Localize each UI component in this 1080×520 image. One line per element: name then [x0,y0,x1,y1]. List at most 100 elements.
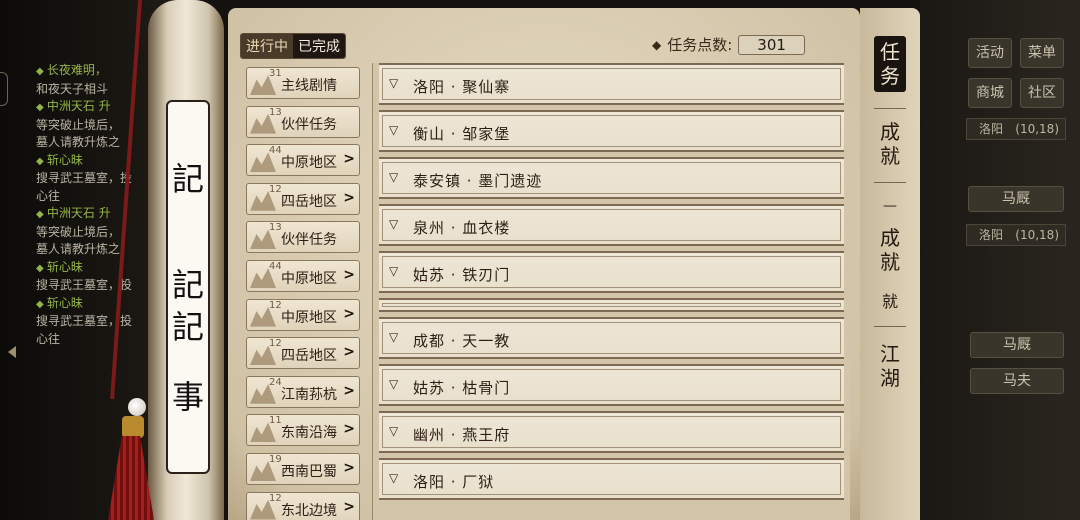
category-label: 东北边境 [281,502,337,519]
location-label: 洛阳 · 厂狱 [413,473,495,491]
category-count: 11 [269,415,282,427]
category-count: 12 [269,183,282,195]
tab-achievements[interactable]: 成就 [874,120,906,168]
location-item[interactable]: ▽ 姑苏 · 铁刃门 [379,251,844,293]
coords-label: 洛阳 [979,228,1004,242]
coords-value: (10,18) [1015,228,1059,242]
chevron-right-icon: > [343,189,355,206]
right-tab-bar: 任务 成就 — 成就 就 江湖 [860,8,920,520]
location-label: 姑苏 · 铁刃门 [413,266,511,284]
category-count: 13 [269,222,282,234]
location-frame [382,303,841,307]
chevron-down-icon: ▽ [389,377,399,391]
tassel-bead [128,398,146,416]
tab-fragment: 就 [881,292,898,311]
category-label: 伙伴任务 [281,232,337,249]
location-item[interactable]: ▽ 泰安镇 · 墨门遗迹 [379,157,844,199]
chevron-right-icon: > [343,151,355,168]
category-item[interactable]: 12 中原地区 > [246,298,360,331]
tab-achievements-2[interactable]: 成就 [874,226,906,274]
chevron-down-icon: ▽ [389,264,399,278]
location-label: 成都 · 天一教 [413,332,511,350]
category-count: 31 [269,68,282,79]
category-label: 东南沿海 [281,425,337,442]
location-label: 泉州 · 血衣楼 [413,219,511,237]
chevron-right-icon: > [343,421,355,438]
category-label: 西南巴蜀 [281,463,337,480]
category-item[interactable]: 12 四岳地区 > [246,337,360,370]
tab-jianghu[interactable]: 江湖 [874,342,906,390]
category-list: 31 主线剧情 13 伙伴任务 44 中原地区 >12 四岳地区 >13 伙伴任务 44 中原地区 >1… [246,67,360,520]
category-item[interactable]: 12 四岳地区 > [246,182,360,215]
location-label: 洛阳 · 聚仙寨 [413,78,511,96]
coords-label: 洛阳 [979,122,1004,136]
location-item[interactable]: ▽ 成都 · 天一教 [379,317,844,359]
shop-button[interactable]: 商城 [968,78,1012,108]
chevron-down-icon: ▽ [389,170,399,184]
quest-points-label: 任务点数: [667,36,733,54]
category-count: 13 [269,106,282,118]
category-label: 四岳地区 [281,193,337,210]
coords-value: (10,18) [1015,122,1059,136]
tab-divider [874,326,906,327]
location-item[interactable] [379,298,844,312]
quest-points-value: 301 [738,34,805,55]
location-item[interactable]: ▽ 幽州 · 燕王府 [379,411,844,453]
category-item[interactable]: 13 伙伴任务 [246,221,360,254]
tab-fragment: — [883,198,897,214]
diamond-icon: ◆ [652,37,662,52]
category-label: 中原地区 [281,155,337,172]
tassel-knot [122,416,144,438]
location-label: 姑苏 · 枯骨门 [413,379,511,397]
category-label: 四岳地区 [281,348,337,365]
scroll-char: 記 [171,160,204,198]
quest-points: ◆ 任务点数: 301 [652,34,805,55]
location-item[interactable]: ▽ 洛阳 · 厂狱 [379,458,844,500]
category-item[interactable]: 12 东北边境 > [246,491,360,520]
location-item[interactable]: ▽ 姑苏 · 枯骨门 [379,364,844,406]
category-count: 44 [269,145,282,157]
left-arrow-icon[interactable] [8,346,16,358]
scroll-char: 記 [171,266,204,304]
chevron-down-icon: ▽ [389,424,399,438]
category-label: 江南荪杭 [281,386,337,403]
location-item[interactable]: ▽ 泉州 · 血衣楼 [379,204,844,246]
category-item[interactable]: 19 西南巴蜀 > [246,452,360,485]
category-item[interactable]: 13 伙伴任务 [246,105,360,138]
menu-button[interactable]: 菜单 [1020,38,1064,68]
chevron-down-icon: ▽ [389,471,399,485]
category-count: 12 [269,299,282,311]
chevron-right-icon: > [343,382,355,399]
stable-button-1[interactable]: 马厩 [968,186,1064,212]
category-label: 中原地区 [281,309,337,326]
tab-in-progress[interactable]: 进行中 [241,34,293,58]
category-item[interactable]: 44 中原地区 > [246,144,360,177]
collapse-handle[interactable] [0,72,8,106]
category-count: 12 [269,492,282,504]
chevron-right-icon: > [343,266,355,283]
status-tabs: 进行中 已完成 [240,33,346,59]
location-item[interactable]: ▽ 衡山 · 邹家堡 [379,110,844,152]
chevron-down-icon: ▽ [389,217,399,231]
groom-button[interactable]: 马夫 [970,368,1064,394]
location-label: 衡山 · 邹家堡 [413,125,511,143]
location-item[interactable]: ▽ 洛阳 · 聚仙寨 [379,63,844,105]
scroll-char: 事 [171,378,204,416]
tab-completed[interactable]: 已完成 [293,34,345,58]
category-label: 主线剧情 [281,78,337,94]
category-item[interactable]: 44 中原地区 > [246,259,360,292]
tab-divider [874,182,906,183]
location-label: 幽州 · 燕王府 [413,426,511,444]
category-item[interactable]: 11 东南沿海 > [246,414,360,447]
category-item[interactable]: 31 主线剧情 [246,67,360,99]
location-list: ▽ 洛阳 · 聚仙寨 ▽ 衡山 · 邹家堡 ▽ 泰安镇 · 墨门遗迹 ▽ 泉州 · 血衣楼 ▽ 姑… [372,63,850,520]
chevron-right-icon: > [343,498,355,515]
chevron-down-icon: ▽ [389,330,399,344]
activity-button[interactable]: 活动 [968,38,1012,68]
tab-quests[interactable]: 任务 [874,36,906,92]
chevron-down-icon: ▽ [389,123,399,137]
stable-button-2[interactable]: 马厩 [970,332,1064,358]
category-count: 19 [269,453,282,465]
category-item[interactable]: 24 江南荪杭 > [246,375,360,408]
community-button[interactable]: 社区 [1020,78,1064,108]
